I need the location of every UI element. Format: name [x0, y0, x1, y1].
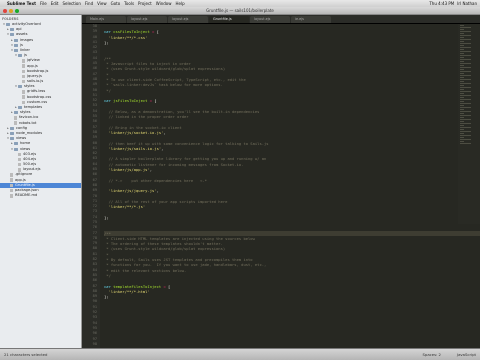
menu-tools[interactable]: Tools	[124, 1, 134, 6]
menu-selection[interactable]: Selection	[62, 1, 80, 6]
file-icon	[14, 116, 17, 120]
folder-icon	[14, 49, 18, 53]
menu-sublime-text[interactable]: Sublime Text	[7, 1, 36, 6]
editor-tab[interactable]: Main.ejs	[86, 16, 126, 23]
file-icon	[22, 59, 25, 63]
window-title-bar: Gruntfile.js — sails101/boilerplate	[0, 7, 480, 15]
folder-icon	[10, 126, 14, 130]
file-tree: ▾ activityOverlord ▸ api ▾ assets ▸ images ▾ js ▾ l…	[0, 22, 81, 198]
folder-icon	[10, 28, 14, 32]
file-icon	[10, 183, 13, 188]
folder-icon	[14, 142, 18, 146]
file-icon	[18, 157, 21, 162]
line-number: 98	[92, 341, 97, 346]
tab-bar: Main.ejs layout.ejs layout.ejs Gruntfile.js…	[82, 15, 480, 24]
user-name[interactable]: Irl Nathan	[457, 1, 477, 6]
file-icon	[10, 178, 13, 182]
tree-item-label: README.md	[15, 193, 38, 198]
file-icon	[22, 69, 25, 74]
menu-window[interactable]: Window	[156, 1, 172, 6]
folder-icon	[14, 111, 18, 115]
file-icon	[10, 194, 13, 198]
code-editor[interactable]: 38 39 40 41 42 43 44 45 46 47 48 49 50 51 52 53 54 55 56 57…	[82, 24, 480, 348]
folder-icon	[14, 43, 18, 47]
line-number-gutter: 38 39 40 41 42 43 44 45 46 47 48 49 50 51 52 53 54 55 56 57…	[82, 24, 100, 348]
file-icon	[18, 162, 21, 167]
indentation-setting[interactable]: Spaces: 2	[423, 352, 441, 357]
folder-icon	[10, 137, 14, 141]
folder-icon	[14, 147, 18, 151]
editor-tab[interactable]: layout.ejs	[168, 16, 208, 23]
clock: Thu 4:43 PM	[429, 1, 455, 6]
window-title: Gruntfile.js — sails101/boilerplate	[206, 8, 274, 13]
editor-tab[interactable]: ie.ejs	[291, 16, 331, 23]
file-icon	[18, 168, 21, 172]
menu-edit[interactable]: Edit	[51, 1, 59, 6]
menu-goto[interactable]: Goto	[111, 1, 121, 6]
sidebar: FOLDERS ▾ activityOverlord ▸ api ▾ assets ▸ ima…	[0, 15, 82, 348]
file-icon	[14, 121, 17, 125]
editor-tab[interactable]: Gruntfile.js	[209, 16, 249, 23]
folder-icon	[14, 38, 18, 42]
menu-help[interactable]: Help	[176, 1, 185, 6]
file-icon	[22, 100, 25, 105]
menu-find[interactable]: Find	[85, 1, 93, 6]
file-icon	[22, 74, 25, 79]
editor-tab[interactable]: layout.ejs	[250, 16, 290, 23]
folder-icon	[6, 23, 10, 27]
file-icon	[18, 152, 21, 157]
menu-project[interactable]: Project	[138, 1, 152, 6]
menu-file[interactable]: File	[40, 1, 47, 6]
file-icon	[22, 90, 25, 94]
folder-icon	[10, 132, 14, 136]
file-icon	[10, 173, 13, 177]
folder-icon	[10, 33, 14, 37]
selection-status: 21 characters selected	[4, 352, 48, 357]
folder-icon	[18, 106, 22, 110]
minimap[interactable]	[458, 24, 480, 224]
file-icon	[22, 95, 25, 99]
file-icon	[22, 64, 25, 68]
file-icon	[22, 79, 25, 84]
sidebar-file[interactable]: README.md	[0, 193, 81, 198]
status-bar: 21 characters selected Spaces: 2 JavaScr…	[0, 348, 480, 360]
file-icon	[10, 188, 13, 193]
menu-bar: Sublime Text File Edit Selection Find View Got…	[0, 0, 480, 7]
editor-tab[interactable]: layout.ejs	[127, 16, 167, 23]
folder-icon	[18, 85, 22, 89]
syntax-setting[interactable]: JavaScript	[457, 352, 476, 357]
folder-icon	[18, 54, 22, 58]
code-area[interactable]: var cssFilesToInject = [ 'linker/**/*.cs…	[100, 24, 480, 348]
menu-view[interactable]: View	[97, 1, 107, 6]
code-line[interactable]	[104, 342, 480, 347]
